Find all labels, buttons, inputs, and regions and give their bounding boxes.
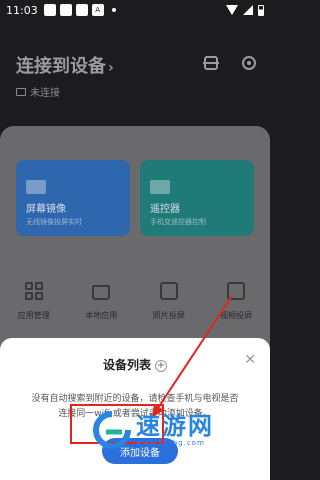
watermark-brand: 速游网	[136, 412, 214, 440]
watermark: 速游网 www.sssbg.com	[92, 410, 214, 450]
annotation-arrow-icon	[152, 295, 233, 418]
watermark-logo-icon	[93, 411, 131, 449]
watermark-url: www.sssbg.com	[136, 439, 205, 447]
